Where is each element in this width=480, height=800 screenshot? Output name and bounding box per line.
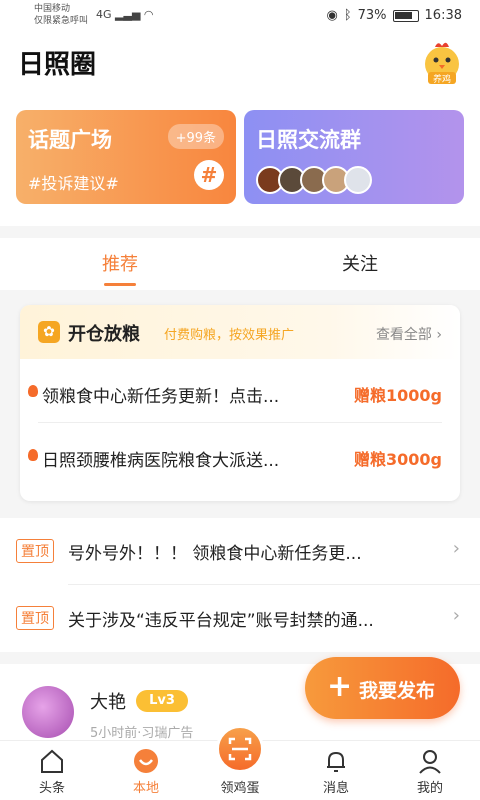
grain-reward: 赠粮3000g [354, 450, 442, 469]
topic-square-card[interactable]: 话题广场 +99条 #投诉建议# # [16, 110, 236, 204]
post-meta: 5小时前·习瑞广告 [90, 726, 194, 741]
top-cards: 话题广场 +99条 #投诉建议# # 日照交流群 [0, 94, 480, 226]
topic-card-title: 话题广场 [28, 128, 112, 152]
carrier-name: 中国移动 [34, 4, 71, 14]
grain-task-text: 日照颈腰椎病医院粮食大派送... [42, 451, 280, 471]
view-all-link[interactable]: 查看全部 › [376, 324, 442, 344]
group-card-title: 日照交流群 [256, 128, 361, 152]
view-all-label: 查看全部 [375, 327, 432, 343]
user-icon [419, 750, 441, 774]
grain-task-item[interactable]: 日照颈腰椎病医院粮食大派送... 赠粮3000g [20, 427, 460, 489]
signal-label: 4G [96, 8, 112, 21]
tab-recommend[interactable]: 推荐 [80, 250, 160, 276]
chicken-mascot-icon[interactable]: 养鸡 [420, 38, 464, 88]
wifi-icon: ◠ [143, 8, 154, 21]
battery-icon [392, 9, 419, 22]
topic-card-subtitle: #投诉建议# [28, 174, 119, 193]
wheat-icon: ✿ [38, 321, 60, 343]
signal-indicator: 4G ▂▃▅ ◠ [96, 8, 154, 21]
fire-icon [28, 449, 38, 461]
chevron-right-icon: › [452, 538, 460, 559]
clock: 16:38 [424, 8, 462, 23]
pinned-tag: 置顶 [16, 539, 54, 563]
nav-label: 领鸡蛋 [220, 781, 260, 796]
pinned-post-title: 号外号外！！！ 领粮食中心新任务更... [68, 544, 362, 564]
rizhao-group-card[interactable]: 日照交流群 [244, 110, 464, 204]
grain-promo-card: ✿ 开仓放粮 付费购粮，按效果推广 查看全部 › 领粮食中心新任务更新！点击..… [20, 305, 460, 501]
pinned-tag: 置顶 [16, 606, 54, 630]
post-author[interactable]: 大艳 [90, 688, 126, 714]
topic-count-badge: +99条 [167, 124, 224, 149]
signal-bars-icon: ▂▃▅ [115, 8, 141, 21]
grain-subtitle: 付费购粮，按效果推广 [164, 328, 295, 343]
avatar [344, 166, 372, 194]
status-right: ◉ ᛒ 73% 16:38 [326, 8, 462, 23]
plus-icon: + [327, 669, 353, 704]
page-title: 日照圈 [18, 50, 97, 80]
publish-label: 我要发布 [359, 680, 436, 702]
avatar[interactable] [22, 686, 74, 738]
carrier-info: 中国移动 仅限紧急呼叫 [34, 3, 88, 27]
chevron-right-icon: › [452, 605, 460, 626]
nav-label: 消息 [322, 781, 349, 796]
nav-headlines[interactable]: 头条 [4, 741, 100, 800]
fire-icon [28, 385, 38, 397]
home-icon [41, 749, 63, 773]
grain-card-header: ✿ 开仓放粮 付费购粮，按效果推广 查看全部 › [20, 305, 460, 359]
bell-icon [327, 751, 345, 772]
pinned-post-item[interactable]: 置顶 号外号外！！！ 领粮食中心新任务更... › [0, 518, 480, 584]
header: 日照圈 养鸡 [0, 32, 480, 94]
divider [38, 422, 442, 423]
nav-messages[interactable]: 消息 [288, 741, 384, 800]
nav-label: 头条 [38, 781, 65, 796]
pinned-posts: 置顶 号外号外！！！ 领粮食中心新任务更... › 置顶 关于涉及“违反平台规定… [0, 518, 480, 652]
eye-icon: ◉ [326, 8, 338, 23]
tab-active-indicator [104, 283, 136, 286]
grain-title: 开仓放粮 [68, 324, 140, 345]
grain-task-text: 领粮食中心新任务更新！点击... [42, 387, 280, 407]
publish-button[interactable]: + 我要发布 [305, 657, 460, 719]
nav-profile[interactable]: 我的 [382, 741, 478, 800]
status-bar: 中国移动 仅限紧急呼叫 4G ▂▃▅ ◠ ◉ ᛒ 73% 16:38 [0, 0, 480, 32]
nav-label: 本地 [132, 781, 159, 796]
feed-tabs: 推荐 关注 [0, 238, 480, 290]
hashtag-icon: # [194, 160, 224, 190]
nav-get-eggs[interactable]: 领鸡蛋 [192, 725, 288, 800]
pinned-post-item[interactable]: 置顶 关于涉及“违反平台规定”账号封禁的通... › [0, 585, 480, 651]
pinned-post-title: 关于涉及“违反平台规定”账号封禁的通... [68, 611, 374, 631]
bottom-nav: 头条 本地 领鸡蛋 消息 我的 [0, 725, 480, 800]
grain-task-item[interactable]: 领粮食中心新任务更新！点击... 赠粮1000g [20, 363, 460, 425]
group-avatars [256, 166, 372, 194]
mascot-label: 养鸡 [433, 73, 451, 85]
scan-icon [216, 725, 264, 773]
battery-percent: 73% [357, 8, 387, 23]
chevron-right-icon: › [436, 327, 442, 343]
grain-reward: 赠粮1000g [354, 386, 442, 405]
tab-follow[interactable]: 关注 [320, 250, 400, 276]
local-smile-icon [134, 749, 158, 773]
bluetooth-icon: ᛒ [343, 8, 352, 23]
level-badge: Lv3 [136, 690, 188, 712]
carrier-sub: 仅限紧急呼叫 [34, 16, 89, 26]
nav-local[interactable]: 本地 [98, 741, 194, 800]
nav-label: 我的 [416, 781, 443, 796]
